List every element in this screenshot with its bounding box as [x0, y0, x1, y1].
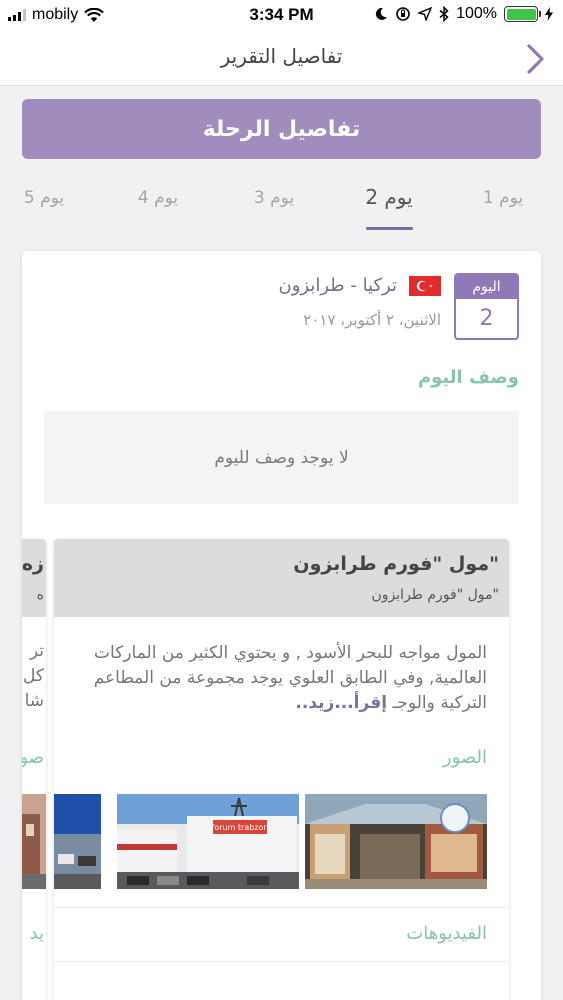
chevron-right-icon[interactable]	[523, 42, 549, 76]
place-card-peek[interactable]: زه ه تر كل شا صو يد	[22, 539, 46, 1000]
place-card[interactable]: مول "فورم طرابزون" مول "فورم طرابزون" ال…	[54, 539, 509, 1000]
peek-subtitle: ه	[36, 587, 44, 603]
peek-videos-label: يد	[29, 923, 44, 944]
battery-percent: 100%	[456, 5, 497, 22]
peek-line: كل	[23, 666, 44, 686]
place-card-header	[54, 539, 509, 617]
turkey-flag-icon	[409, 275, 441, 296]
status-right: 100%	[374, 5, 553, 23]
day-badge-label: اليوم	[456, 275, 517, 299]
moon-icon	[375, 7, 388, 20]
day-badge-number: 2	[479, 306, 494, 331]
tab-day-1[interactable]: يوم 1	[463, 188, 543, 208]
bluetooth-icon	[439, 6, 449, 22]
photos-label: الصور	[442, 747, 487, 768]
tab-day-4[interactable]: يوم 4	[118, 188, 198, 208]
tab-day-5[interactable]: يوم 5	[4, 188, 84, 208]
day-badge: اليوم 2	[454, 273, 519, 340]
tab-active-indicator	[366, 227, 413, 230]
location: تركيا - طرابزون	[279, 275, 441, 296]
peek-line: تر	[29, 641, 44, 661]
videos-label: الفيديوهات	[406, 923, 487, 944]
empty-description: لا يوجد وصف لليوم	[44, 411, 519, 504]
place-description-text: المول مواجه للبحر الأسود , و يحتوي الكثي…	[93, 643, 487, 713]
peek-photo[interactable]	[22, 794, 46, 889]
peek-photos-label: صو	[22, 747, 44, 768]
nav-title: تفاصيل التقرير	[220, 44, 343, 68]
day-tabs: يوم 1 يوم 2 يوم 3 يوم 4 يوم 5	[0, 178, 563, 234]
trip-details-button[interactable]: تفاصيل الرحلة	[22, 99, 541, 159]
day-description-title: وصف اليوم	[417, 367, 519, 388]
place-photo[interactable]	[54, 794, 101, 889]
place-photo[interactable]	[305, 794, 487, 889]
battery-icon	[504, 6, 541, 22]
nav-bar: تفاصيل التقرير	[0, 32, 563, 86]
day-card: اليوم 2 تركيا - طرابزون الاثنين، ٢ أكتوب…	[22, 251, 541, 1000]
divider	[54, 961, 509, 962]
photo-sign-text: forum trabzon	[212, 823, 269, 832]
tab-day-3[interactable]: يوم 3	[234, 188, 314, 208]
place-description: المول مواجه للبحر الأسود , و يحتوي الكثي…	[67, 641, 487, 716]
rotation-lock-icon	[396, 7, 410, 21]
day-date: الاثنين، ٢ أكتوبر، ٢٠١٧	[303, 311, 441, 329]
tab-day-2[interactable]: يوم 2	[349, 185, 429, 209]
read-more-link[interactable]: إقرأ...زيد..	[295, 693, 387, 713]
place-title: مول "فورم طرابزون"	[293, 553, 499, 575]
charging-icon	[545, 7, 553, 21]
divider	[54, 907, 509, 908]
place-subtitle: مول "فورم طرابزون"	[371, 587, 499, 603]
location-arrow-icon	[418, 7, 433, 21]
location-text: تركيا - طرابزون	[278, 275, 397, 296]
peek-title: زه	[22, 553, 44, 575]
place-photo[interactable]: forum trabzon	[117, 794, 299, 889]
peek-line: شا	[24, 691, 44, 711]
status-bar: mobily 3:34 PM 100%	[0, 0, 563, 32]
